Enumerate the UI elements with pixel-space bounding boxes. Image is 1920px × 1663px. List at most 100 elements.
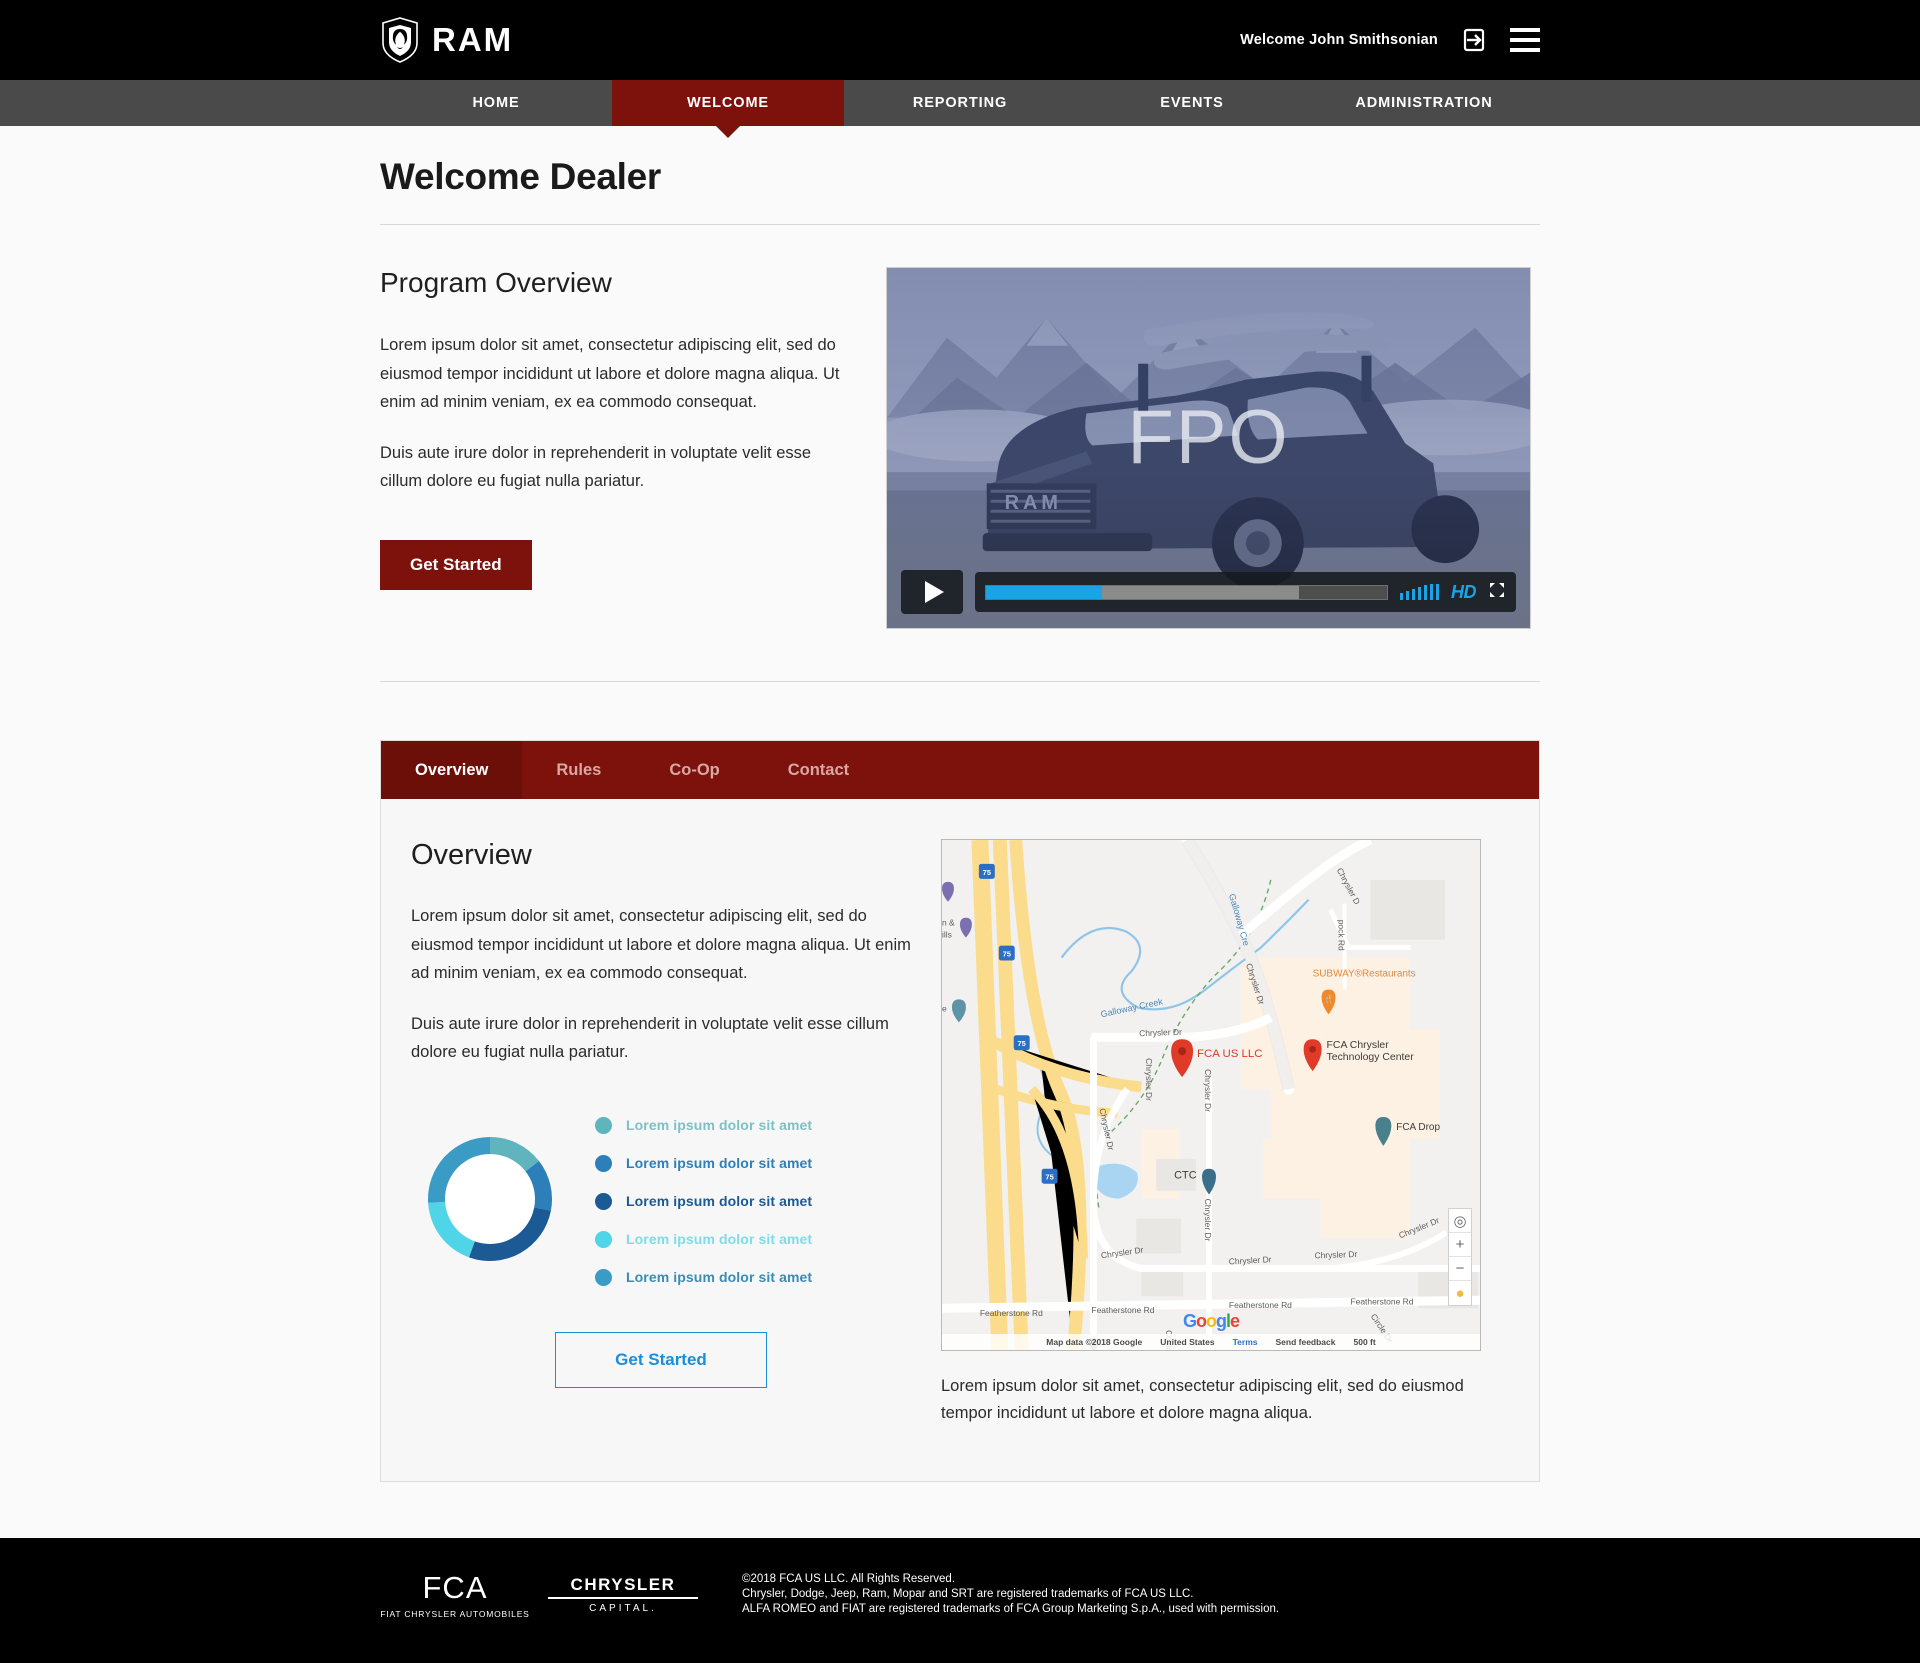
legal-line-1: ©2018 FCA US LLC. All Rights Reserved. [742,1572,956,1585]
svg-text:75: 75 [1045,1173,1053,1182]
svg-text:pock Rd: pock Rd [1337,920,1347,951]
google-letter: e [1230,1311,1240,1331]
location-map[interactable]: Chrysler Dr Chrysler Dr Chrysler D pock … [941,839,1481,1351]
legend-item[interactable]: Lorem ipsum dolor sit amet [595,1154,813,1172]
map-scale-label: 500 ft [1353,1337,1376,1347]
ram-head-shield-icon [380,17,420,63]
google-letter: g [1215,1311,1227,1331]
google-letter: o [1205,1311,1217,1331]
map-canvas: Chrysler Dr Chrysler Dr Chrysler D pock … [942,840,1480,1350]
svg-text:CTC: CTC [1174,1170,1197,1182]
get-started-button-primary[interactable]: Get Started [380,539,532,590]
svg-text:Chrysler Dr: Chrysler Dr [1314,1249,1357,1260]
hd-quality-label[interactable]: HD [1451,582,1477,603]
page-root: RAM Welcome John Smithsonian HOME WELCOM… [0,0,1920,1650]
legal-line-2: Chrysler, Dodge, Jeep, Ram, Mopar and SR… [742,1587,1194,1600]
svg-text:FCA US LLC: FCA US LLC [1197,1048,1262,1060]
nav-item-welcome[interactable]: WELCOME [612,80,844,126]
pegman-icon[interactable]: ● [1449,1281,1471,1305]
program-paragraph-2: Duis aute irure dolor in reprehenderit i… [380,443,812,491]
legend-color-swatch [595,1192,612,1210]
donut-chart-section: Lorem ipsum dolor sit amet Lorem ipsum d… [411,1113,911,1286]
nav-item-events[interactable]: EVENTS [1076,80,1308,126]
fca-wordmark: FCA [422,1569,488,1605]
overview-heading: Overview [411,839,532,871]
tab-contact[interactable]: Contact [754,741,883,799]
svg-text:75: 75 [1018,1039,1026,1048]
play-icon[interactable] [901,570,963,614]
legend-color-swatch [595,1268,612,1286]
svg-text:Featherstone Rd: Featherstone Rd [980,1308,1043,1318]
overview-paragraph-1: Lorem ipsum dolor sit amet, consectetur … [411,907,911,982]
main-navigation: HOME WELCOME REPORTING EVENTS ADMINISTRA… [0,80,1920,126]
video-player[interactable]: RAM FPO [886,267,1531,629]
overview-paragraph-2: Duis aute irure dolor in reprehenderit i… [411,1014,889,1062]
video-controls: HD [901,570,1516,614]
tab-overview[interactable]: Overview [381,741,523,799]
volume-bars-icon[interactable] [1400,584,1439,600]
page-title: Welcome Dealer [380,156,661,197]
map-region: United States [1160,1337,1215,1347]
map-terms-link[interactable]: Terms [1233,1337,1258,1347]
donut-chart [428,1137,553,1261]
overview-tab-panel: Overview Rules Co-Op Contact Overview Lo… [380,740,1540,1482]
video-progress-bar[interactable] [985,584,1388,600]
google-logo: Google [1182,1311,1240,1332]
legend-item[interactable]: Lorem ipsum dolor sit amet [595,1268,813,1286]
svg-text:Chrysler Dr: Chrysler Dr [1203,1069,1213,1112]
legend-item[interactable]: Lorem ipsum dolor sit amet [595,1192,813,1210]
nav-item-reporting[interactable]: REPORTING [844,80,1076,126]
svg-text:🍴: 🍴 [1324,993,1334,1003]
get-started-button-secondary[interactable]: Get Started [555,1331,767,1388]
legend-item-label: Lorem ipsum dolor sit amet [626,1155,813,1171]
legend-item-label: Lorem ipsum dolor sit amet [626,1117,813,1133]
legend-color-swatch [595,1116,612,1134]
map-controls: ◎ + − ● [1448,1208,1472,1306]
brand-logo[interactable]: RAM [380,17,513,63]
map-data-credit: Map data ©2018 Google [1046,1337,1143,1347]
zoom-in-button[interactable]: + [1449,1233,1471,1257]
svg-text:Featherstone Rd: Featherstone Rd [1350,1296,1413,1306]
legend-item[interactable]: Lorem ipsum dolor sit amet [595,1116,813,1134]
tab-rules[interactable]: Rules [522,741,635,799]
legend-item-label: Lorem ipsum dolor sit amet [626,1193,813,1209]
fca-tagline: FIAT CHRYSLER AUTOMOBILES [380,1608,530,1619]
svg-text:Featherstone Rd: Featherstone Rd [1091,1305,1154,1315]
map-attribution: Map data ©2018 Google United States Term… [942,1334,1480,1350]
svg-text:Chrysler Dr: Chrysler Dr [1139,1027,1182,1038]
legal-line-3: ALFA ROMEO and FIAT are registered trade… [742,1602,1280,1615]
capital-wordmark: CAPITAL. [589,1602,657,1614]
hamburger-menu-icon[interactable] [1510,28,1540,52]
svg-text:e: e [942,1003,947,1013]
svg-text:Chrysler Dr: Chrysler Dr [1144,1058,1154,1101]
program-overview-heading: Program Overview [380,267,612,298]
main-content: Welcome Dealer Program Overview Lorem ip… [0,126,1920,1538]
svg-text:SUBWAY®Restaurants: SUBWAY®Restaurants [1313,968,1416,979]
donut-chart-legend: Lorem ipsum dolor sit amet Lorem ipsum d… [595,1113,812,1286]
program-overview-section: Program Overview Lorem ipsum dolor sit a… [380,225,1540,629]
legend-item[interactable]: Lorem ipsum dolor sit amet [595,1230,813,1248]
svg-text:Technology Center: Technology Center [1327,1052,1415,1063]
svg-text:FCA Drop: FCA Drop [1396,1122,1440,1133]
map-feedback-link[interactable]: Send feedback [1276,1337,1336,1347]
google-letter: o [1195,1311,1207,1331]
video-placeholder-text: FPO [1127,395,1290,481]
nav-item-administration[interactable]: ADMINISTRATION [1308,80,1540,126]
nav-item-home[interactable]: HOME [380,80,612,126]
logout-icon[interactable] [1460,26,1488,54]
fullscreen-icon[interactable] [1488,581,1506,604]
svg-text:Featherstone Rd: Featherstone Rd [1229,1300,1292,1310]
legend-item-label: Lorem ipsum dolor sit amet [626,1231,813,1247]
zoom-out-button[interactable]: − [1449,1257,1471,1281]
svg-text:FCA Chrysler: FCA Chrysler [1327,1040,1390,1051]
legend-item-label: Lorem ipsum dolor sit amet [626,1269,813,1285]
tab-co-op[interactable]: Co-Op [635,741,753,799]
program-paragraph-1: Lorem ipsum dolor sit amet, consectetur … [380,336,840,411]
tab-bar: Overview Rules Co-Op Contact [381,741,1539,799]
svg-text:75: 75 [1003,950,1011,959]
legend-color-swatch [595,1230,612,1248]
chrysler-wordmark: CHRYSLER [548,1575,698,1599]
svg-text:75: 75 [983,868,991,877]
locate-me-icon[interactable]: ◎ [1449,1209,1471,1233]
google-letter: G [1182,1311,1197,1331]
